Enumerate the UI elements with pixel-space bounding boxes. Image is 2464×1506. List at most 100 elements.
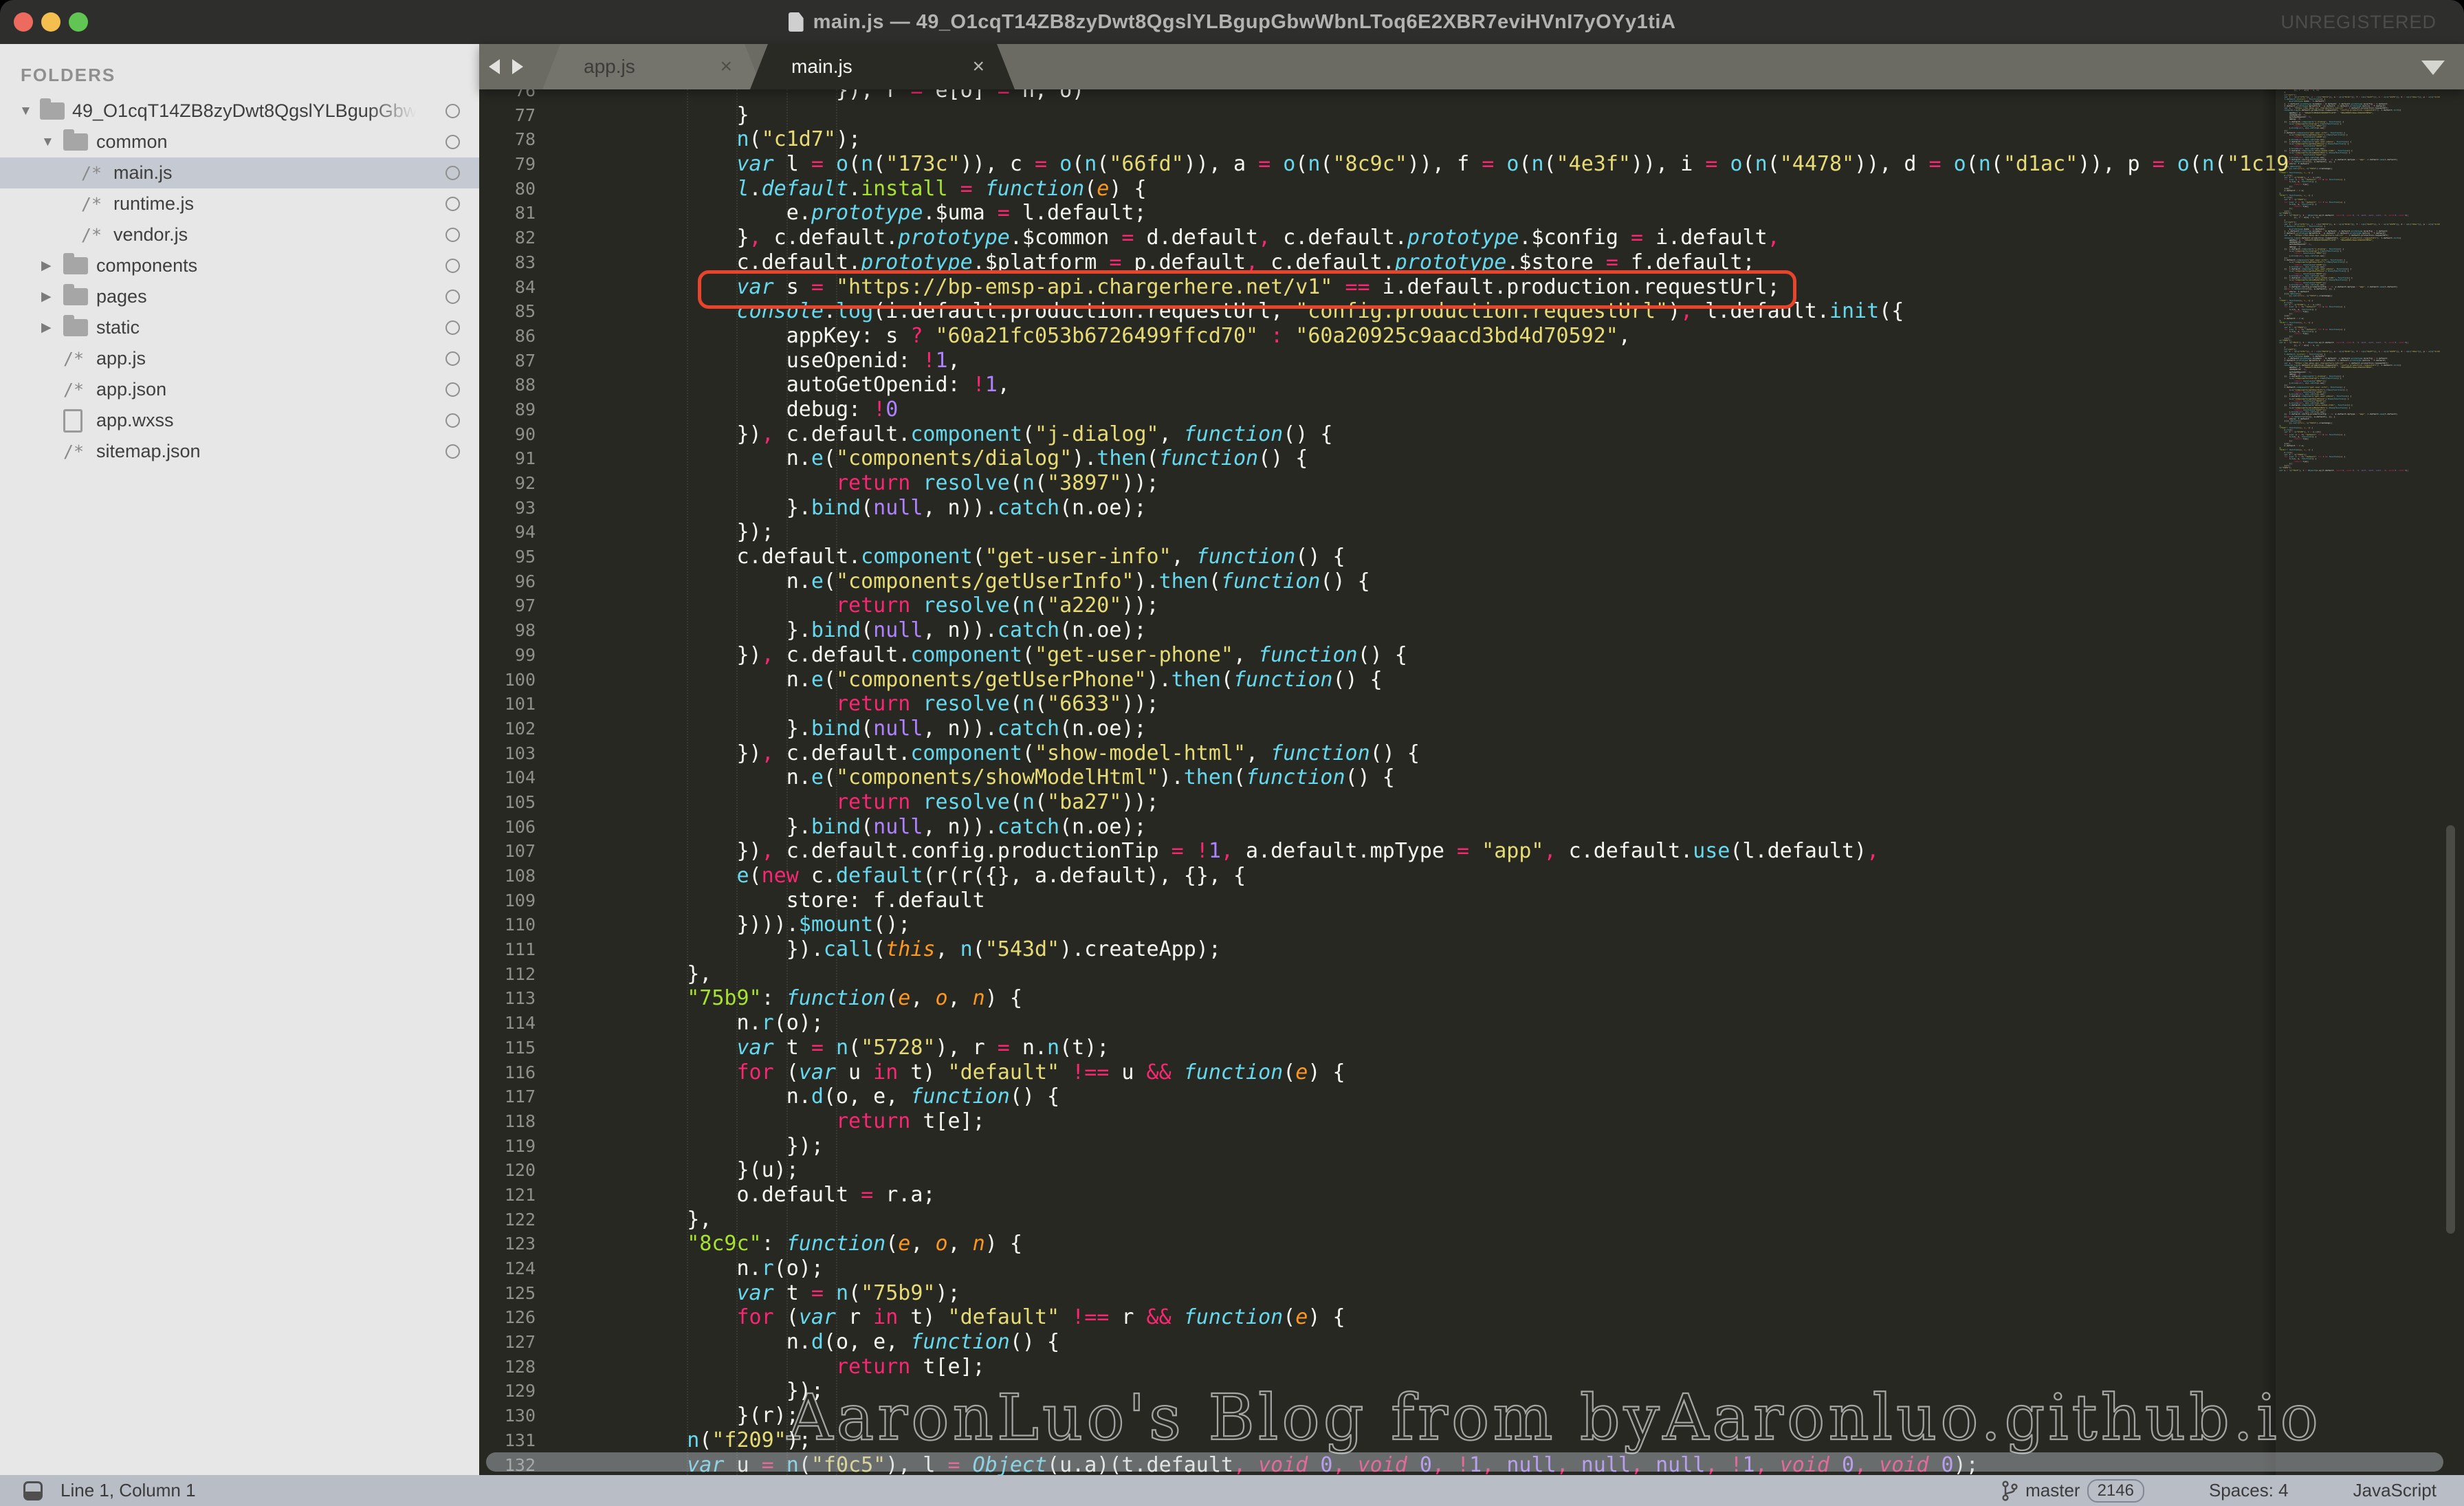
code-line-104: 104n.e("components/showModelHtml").then(… — [479, 765, 2289, 790]
indentation-setting[interactable]: Spaces: 4 — [2209, 1480, 2289, 1501]
code-token: new — [762, 864, 799, 888]
code-token: )); — [1121, 692, 1158, 716]
tab-main-js[interactable]: main.js× — [750, 44, 1015, 89]
code-token: n — [1755, 152, 1768, 176]
sidebar-item-app-js[interactable]: /*app.js — [0, 343, 479, 374]
code-token: }. — [786, 815, 811, 839]
sidebar-item-runtime-js[interactable]: /*runtime.js — [0, 188, 479, 219]
code-token: }, — [687, 962, 712, 986]
code-token: , — [948, 986, 973, 1010]
code-token: then — [1097, 446, 1146, 470]
history-forward-icon[interactable] — [512, 59, 523, 74]
code-editor[interactable]: 76}), r = e[o] = n, o)77}78n("c1d7");79v… — [479, 89, 2464, 1475]
code-token — [910, 790, 923, 814]
code-token: ( — [886, 986, 898, 1010]
sidebar-item-main-js[interactable]: /*main.js — [0, 157, 479, 188]
code-token: "j-dialog" — [1035, 422, 1159, 446]
tab-close-icon[interactable]: × — [720, 44, 732, 89]
code-token: () { — [1358, 643, 1407, 667]
line-number: 117 — [479, 1084, 637, 1109]
code-token — [1494, 152, 1506, 176]
code-token: (o, e, — [824, 1330, 910, 1354]
code-token: , — [1867, 839, 1879, 863]
folder-icon — [63, 288, 88, 305]
code-token: , — [1258, 226, 1270, 250]
js-file-icon: /* — [63, 441, 84, 461]
horizontal-scrollbar[interactable] — [486, 1452, 2443, 1472]
code-token: )); — [1121, 593, 1158, 618]
sidebar-item-static[interactable]: ▶static — [0, 312, 479, 343]
code-token: o — [1730, 152, 1742, 176]
line-number: 108 — [479, 864, 637, 888]
code-token: catch — [998, 815, 1059, 839]
code-token: n, o) — [1010, 89, 1084, 102]
tab-app-js[interactable]: app.js× — [542, 44, 762, 89]
code-token: () { — [1283, 422, 1332, 446]
code-line-101: 101return resolve(n("6633")); — [479, 692, 2289, 717]
code-token: ( — [1147, 446, 1159, 470]
sidebar-item-49-o1cqt14zb8zydwt8qgslylbgupgbwwbnltoq6e2xbr7evihvni7yoyy1tia[interactable]: ▼49_O1cqT14ZB8zyDwt8QgslYLBgupGbwWbnLToq… — [0, 96, 479, 127]
line-number: 115 — [479, 1036, 637, 1060]
code-token: n — [2202, 152, 2214, 176]
js-file-icon: /* — [81, 163, 102, 183]
syntax-setting[interactable]: JavaScript — [2353, 1480, 2436, 1501]
git-branch-status[interactable]: master 2146 — [2001, 1479, 2144, 1503]
code-token: , — [910, 1232, 935, 1256]
code-token: = — [960, 177, 973, 201]
line-number: 90 — [479, 422, 637, 447]
code-token: , — [1543, 839, 1556, 863]
code-token: (l.default) — [1730, 839, 1867, 863]
code-token: .$config — [1519, 226, 1631, 250]
code-token: install — [861, 177, 947, 201]
code-token: }. — [786, 618, 811, 642]
sidebar-item-label: common — [96, 131, 168, 153]
js-file-icon: /* — [81, 194, 102, 214]
code-token: n — [1531, 152, 1543, 176]
panel-toggle-icon[interactable] — [23, 1481, 43, 1500]
code-token: "get-user-info" — [985, 545, 1172, 569]
code-token: "f209" — [712, 1428, 786, 1452]
code-line-109: 109store: f.default — [479, 888, 2289, 913]
history-back-icon[interactable] — [489, 59, 500, 74]
tab-overflow-chevron-down-icon[interactable] — [2421, 61, 2445, 75]
vertical-scrollbar[interactable] — [2446, 825, 2455, 1234]
sidebar-item-vendor-js[interactable]: /*vendor.js — [0, 219, 479, 250]
line-number: 131 — [479, 1428, 637, 1453]
line-number: 76 — [479, 89, 637, 103]
sidebar-item-common[interactable]: ▼ common — [0, 127, 479, 157]
sidebar-item-app-wxss[interactable]: app.wxss — [0, 405, 479, 436]
line-number: 130 — [479, 1404, 637, 1428]
code-token: ( — [774, 1305, 799, 1329]
code-line-119: 119}); — [479, 1134, 2289, 1159]
code-line-128: 128return t[e]; — [479, 1355, 2289, 1379]
sidebar-item-components[interactable]: ▶components — [0, 250, 479, 281]
folder-icon — [63, 133, 88, 151]
tab-close-icon[interactable]: × — [972, 44, 984, 89]
code-token: ( — [824, 668, 836, 692]
code-token: t — [786, 1281, 811, 1305]
code-token — [1184, 839, 1196, 863]
code-token: )), a — [1184, 152, 1258, 176]
caret-right-icon[interactable]: ▶ — [41, 258, 52, 274]
code-token: ( — [749, 864, 762, 888]
minimap[interactable]: }), r = e[o] = n, o) } n("c1d7"); var l … — [2274, 89, 2454, 502]
sidebar-item-sitemap-json[interactable]: /*sitemap.json — [0, 436, 479, 467]
sidebar-item-pages[interactable]: ▶pages — [0, 281, 479, 312]
code-token: )), f — [1407, 152, 1482, 176]
code-token: (n.oe); — [1059, 618, 1146, 642]
code-line-97: 97return resolve(n("a220")); — [479, 593, 2289, 618]
code-token: catch — [998, 496, 1059, 520]
code-token: "3897" — [1047, 471, 1121, 495]
line-number: 93 — [479, 496, 637, 521]
caret-right-icon[interactable]: ▶ — [41, 289, 52, 305]
code-token: e — [811, 765, 824, 789]
code-token: && — [1147, 1060, 1172, 1084]
sidebar-item-app-json[interactable]: /*app.json — [0, 374, 479, 405]
code-token: }, — [687, 1208, 712, 1232]
caret-down-icon[interactable]: ▼ — [41, 135, 54, 150]
code-token: resolve — [923, 692, 1009, 716]
caret-down-icon[interactable]: ▼ — [19, 104, 32, 119]
code-line-103: 103}), c.default.component("show-model-h… — [479, 741, 2289, 766]
caret-right-icon[interactable]: ▶ — [41, 320, 52, 336]
line-number: 82 — [479, 226, 637, 250]
